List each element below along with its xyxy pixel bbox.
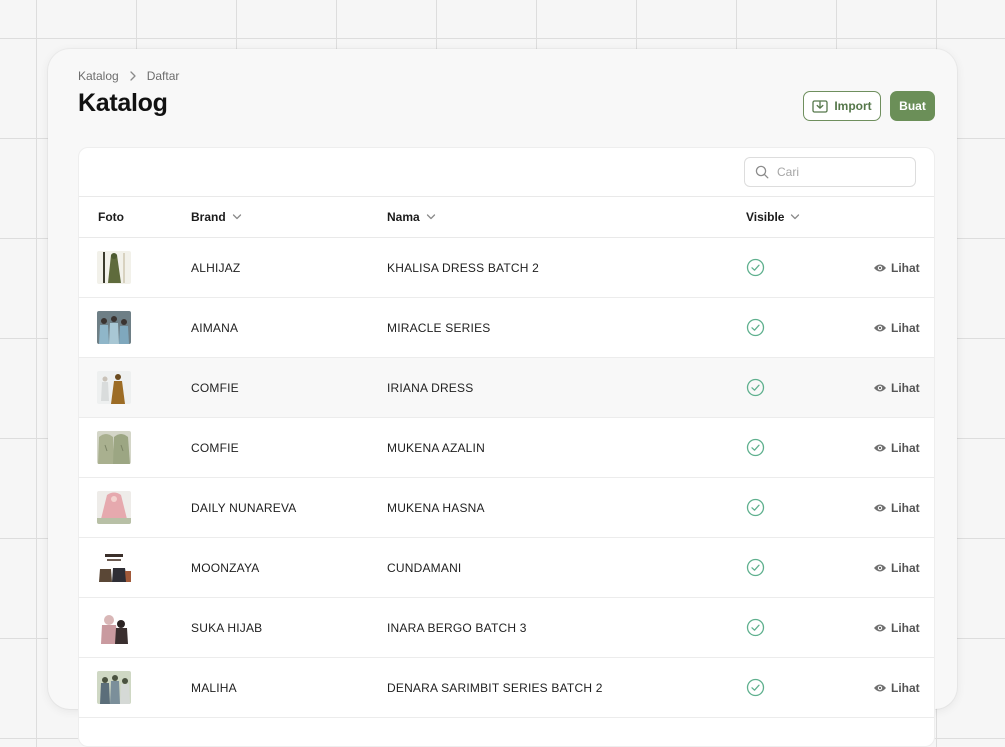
product-thumbnail xyxy=(97,251,131,284)
view-button[interactable]: Lihat xyxy=(873,298,920,357)
product-thumbnail xyxy=(97,551,131,584)
column-header-nama[interactable]: Nama xyxy=(387,197,436,237)
name-cell: KHALISA DRESS BATCH 2 xyxy=(387,260,540,275)
brand-cell: AIMANA xyxy=(191,320,239,335)
table-row[interactable]: COMFIE MUKENA AZALIN Lihat xyxy=(79,418,934,478)
check-circle-icon xyxy=(746,558,765,577)
eye-icon xyxy=(873,263,887,273)
column-label-visible: Visible xyxy=(746,210,785,224)
view-button[interactable]: Lihat xyxy=(873,358,920,417)
search-input[interactable] xyxy=(777,165,907,179)
name-cell: DENARA SARIMBIT SERIES BATCH 2 xyxy=(387,680,603,695)
eye-icon xyxy=(873,563,887,573)
column-header-visible[interactable]: Visible xyxy=(746,197,800,237)
check-circle-icon xyxy=(746,438,765,457)
view-button-label: Lihat xyxy=(891,680,920,695)
chevron-down-icon xyxy=(790,213,800,221)
eye-icon xyxy=(873,683,887,693)
view-button-label: Lihat xyxy=(891,560,920,575)
breadcrumb-item-katalog[interactable]: Katalog xyxy=(78,69,119,83)
view-button-label: Lihat xyxy=(891,320,920,335)
product-thumbnail xyxy=(97,371,131,404)
table-row[interactable]: MALIHA DENARA SARIMBIT SERIES BATCH 2 Li… xyxy=(79,658,934,718)
table-row[interactable]: ALHIJAZ KHALISA DRESS BATCH 2 Lihat xyxy=(79,238,934,298)
import-button[interactable]: Import xyxy=(803,91,881,121)
breadcrumb: Katalog Daftar xyxy=(78,69,179,83)
name-cell: MIRACLE SERIES xyxy=(387,320,491,335)
catalog-table: Foto Brand Nama Visible xyxy=(78,147,935,747)
chevron-down-icon xyxy=(426,213,436,221)
product-thumbnail xyxy=(97,311,131,344)
view-button-label: Lihat xyxy=(891,380,920,395)
name-cell: MUKENA AZALIN xyxy=(387,440,485,455)
product-thumbnail xyxy=(97,431,131,464)
table-toolbar xyxy=(79,148,934,197)
search-icon xyxy=(755,165,769,179)
column-header-brand[interactable]: Brand xyxy=(191,197,242,237)
breadcrumb-item-current: Daftar xyxy=(146,69,180,83)
view-button[interactable]: Lihat xyxy=(873,598,920,657)
view-button-label: Lihat xyxy=(891,620,920,635)
check-circle-icon xyxy=(746,318,765,337)
view-button[interactable]: Lihat xyxy=(873,238,920,297)
table-row[interactable]: COMFIE IRIANA DRESS Lihat xyxy=(79,358,934,418)
eye-icon xyxy=(873,503,887,513)
column-label-nama: Nama xyxy=(387,210,420,224)
column-header-foto: Foto xyxy=(98,197,124,237)
product-thumbnail xyxy=(97,671,131,704)
name-cell: CUNDAMANI xyxy=(387,560,462,575)
chevron-right-icon xyxy=(129,71,137,81)
page-title: Katalog xyxy=(78,89,168,117)
view-button[interactable]: Lihat xyxy=(873,478,920,537)
brand-cell: MOONZAYA xyxy=(191,560,260,575)
eye-icon xyxy=(873,323,887,333)
column-label-brand: Brand xyxy=(191,210,226,224)
name-cell: MUKENA HASNA xyxy=(387,500,485,515)
import-button-label: Import xyxy=(834,99,872,113)
brand-cell: COMFIE xyxy=(191,380,239,395)
table-header: Foto Brand Nama Visible xyxy=(79,197,934,238)
view-button[interactable]: Lihat xyxy=(873,538,920,597)
column-label-foto: Foto xyxy=(98,210,124,224)
eye-icon xyxy=(873,383,887,393)
view-button-label: Lihat xyxy=(891,440,920,455)
brand-cell: COMFIE xyxy=(191,440,239,455)
check-circle-icon xyxy=(746,378,765,397)
check-circle-icon xyxy=(746,258,765,277)
brand-cell: MALIHA xyxy=(191,680,237,695)
search-box[interactable] xyxy=(744,157,916,187)
name-cell: IRIANA DRESS xyxy=(387,380,474,395)
catalog-panel: Katalog Daftar Katalog Import Buat Cari … xyxy=(48,49,957,747)
table-row[interactable]: MOONZAYA CUNDAMANI Lihat xyxy=(79,538,934,598)
table-row[interactable]: DAILY NUNAREVA MUKENA HASNA Lihat xyxy=(79,478,934,538)
brand-cell: SUKA HIJAB xyxy=(191,620,263,635)
brand-cell: DAILY NUNAREVA xyxy=(191,500,297,515)
product-thumbnail xyxy=(97,611,131,644)
view-button[interactable]: Lihat xyxy=(873,418,920,477)
create-button[interactable]: Buat xyxy=(890,91,935,121)
product-thumbnail xyxy=(97,491,131,524)
eye-icon xyxy=(873,443,887,453)
table-row[interactable]: SUKA HIJAB INARA BERGO BATCH 3 Lihat xyxy=(79,598,934,658)
view-button[interactable]: Lihat xyxy=(873,658,920,717)
check-circle-icon xyxy=(746,678,765,697)
check-circle-icon xyxy=(746,498,765,517)
view-button-label: Lihat xyxy=(891,260,920,275)
name-cell: INARA BERGO BATCH 3 xyxy=(387,620,527,635)
brand-cell: ALHIJAZ xyxy=(191,260,241,275)
import-icon xyxy=(812,99,828,113)
eye-icon xyxy=(873,623,887,633)
table-row[interactable]: AIMANA MIRACLE SERIES Lihat xyxy=(79,298,934,358)
view-button-label: Lihat xyxy=(891,500,920,515)
check-circle-icon xyxy=(746,618,765,637)
chevron-down-icon xyxy=(232,213,242,221)
